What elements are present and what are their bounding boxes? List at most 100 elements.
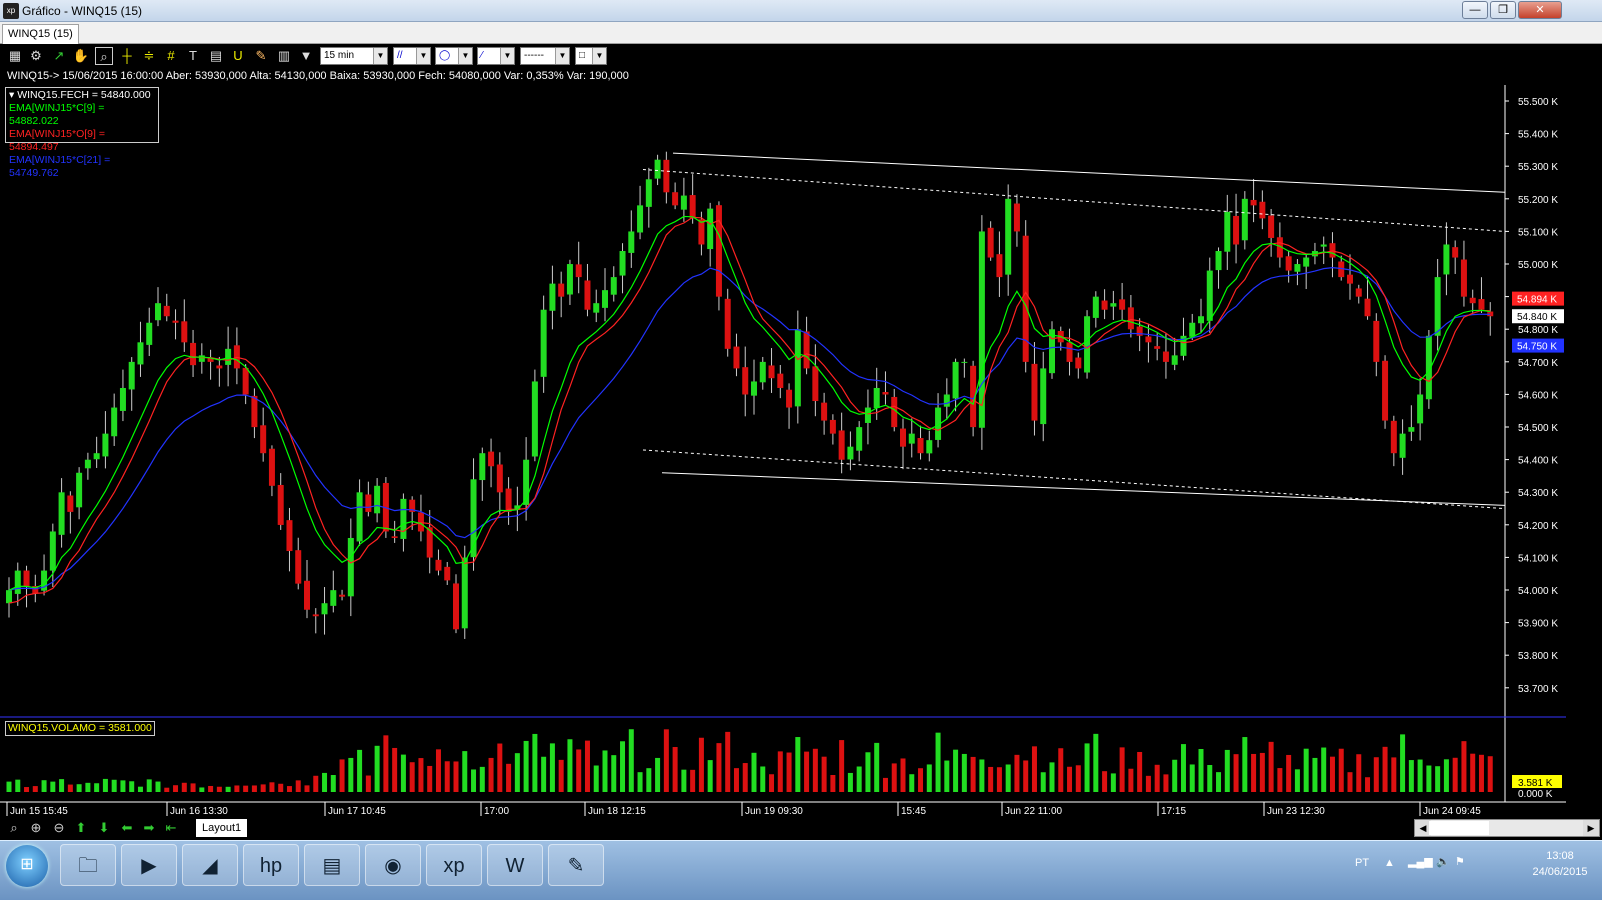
candle-body bbox=[1198, 316, 1204, 324]
volume-bar bbox=[628, 729, 634, 792]
volume-bar bbox=[1102, 771, 1108, 792]
candle-body bbox=[417, 512, 424, 532]
volume-bar bbox=[1014, 754, 1020, 792]
candle-body bbox=[1171, 355, 1178, 365]
volume-bar bbox=[821, 756, 827, 792]
volume-bar bbox=[1216, 772, 1222, 792]
scroll-thumb[interactable] bbox=[1429, 821, 1489, 835]
volume-bar bbox=[67, 784, 73, 792]
volume-bar bbox=[418, 758, 424, 792]
candle-body bbox=[987, 227, 994, 258]
volume-bar bbox=[1058, 748, 1064, 792]
volume-bar bbox=[453, 761, 459, 792]
volume-bar bbox=[497, 743, 503, 792]
volume-bar bbox=[1391, 757, 1397, 792]
price-tick-label: 54.200 K bbox=[1518, 521, 1558, 532]
candle-body bbox=[1031, 363, 1038, 421]
layout-tab[interactable]: Layout1 bbox=[196, 819, 248, 837]
zoom-in-icon[interactable]: ⊕ bbox=[27, 819, 45, 837]
candle-body bbox=[111, 407, 118, 437]
zoom-out-icon[interactable]: ⊖ bbox=[50, 819, 68, 837]
arrow-left-icon[interactable]: ⬅ bbox=[118, 819, 136, 837]
arrow-right-icon[interactable]: ➡ bbox=[140, 819, 158, 837]
price-tick-label: 55.300 K bbox=[1518, 162, 1558, 173]
volume-bar bbox=[777, 751, 783, 792]
candle-body bbox=[49, 531, 56, 571]
start-button[interactable]: ⊞ bbox=[6, 845, 48, 887]
candle-body bbox=[1443, 244, 1450, 275]
channel-line-dashed bbox=[642, 168, 1506, 232]
clock-date[interactable]: 24/06/2015 bbox=[1522, 866, 1598, 878]
candle-body bbox=[119, 387, 126, 411]
word-icon[interactable]: W bbox=[487, 844, 543, 886]
volume-bar bbox=[1119, 747, 1125, 792]
candle-body bbox=[602, 290, 608, 308]
price-tick-label: 54.800 K bbox=[1518, 325, 1558, 336]
volume-bar bbox=[1417, 759, 1423, 792]
candle-body bbox=[566, 264, 573, 295]
language-indicator[interactable]: PT bbox=[1355, 857, 1369, 869]
volume-bar bbox=[996, 767, 1002, 792]
paint-icon[interactable]: ✎ bbox=[548, 844, 604, 886]
candle-body bbox=[496, 464, 503, 493]
volume-bar bbox=[15, 779, 21, 792]
search-icon[interactable]: ⌕ bbox=[5, 819, 23, 837]
candle-body bbox=[461, 557, 468, 629]
volume-bar bbox=[1259, 752, 1265, 792]
candle-body bbox=[1154, 346, 1161, 349]
signal-icon[interactable]: ▂▄▆ bbox=[1408, 855, 1433, 868]
show-hidden-icon[interactable]: ▲ bbox=[1384, 857, 1395, 869]
candle-body bbox=[1417, 394, 1424, 424]
volume-icon[interactable]: 🔈 bbox=[1436, 855, 1450, 868]
volume-bar bbox=[32, 786, 38, 792]
volume-bar bbox=[76, 784, 82, 792]
volume-bar bbox=[260, 784, 266, 792]
media-player-icon[interactable]: ▶ bbox=[121, 844, 177, 886]
presentation-icon[interactable]: ▤ bbox=[304, 844, 360, 886]
network-icon[interactable]: ◢ bbox=[182, 844, 238, 886]
volume-bar bbox=[839, 740, 845, 792]
clock-time[interactable]: 13:08 bbox=[1530, 850, 1590, 862]
price-tick-label: 53.700 K bbox=[1518, 684, 1558, 695]
arrow-up-icon[interactable]: ⬆ bbox=[72, 819, 90, 837]
candle-body bbox=[14, 570, 21, 594]
candle-body bbox=[312, 614, 319, 617]
candle-body bbox=[1092, 296, 1099, 318]
price-tick-label: 55.100 K bbox=[1518, 227, 1558, 238]
price-chart[interactable]: 55.500 K 55.400 K 55.300 K 55.200 K 55.100 K… bbox=[0, 0, 1602, 900]
candle-body bbox=[1224, 211, 1231, 252]
volume-bar bbox=[1163, 774, 1169, 792]
volume-bar bbox=[1067, 766, 1073, 792]
volume-bar bbox=[435, 749, 441, 792]
candle-body bbox=[268, 448, 275, 486]
xp-icon[interactable]: xp bbox=[426, 844, 482, 886]
volume-bar bbox=[1356, 754, 1362, 792]
candle-body bbox=[584, 280, 591, 310]
candle-body bbox=[672, 192, 679, 206]
explorer-icon[interactable]: 🗀 bbox=[60, 844, 116, 886]
volume-bar bbox=[1137, 751, 1143, 792]
horizontal-scrollbar[interactable]: ◀ ▶ bbox=[1414, 819, 1600, 837]
volume-bar bbox=[357, 749, 363, 792]
hp-icon[interactable]: hp bbox=[243, 844, 299, 886]
arrow-down-icon[interactable]: ⬇ bbox=[95, 819, 113, 837]
volume-bar bbox=[523, 740, 529, 792]
volume-bar bbox=[111, 779, 117, 792]
volume-bar bbox=[1461, 741, 1467, 792]
volume-bar bbox=[225, 786, 231, 792]
volume-bar bbox=[620, 741, 626, 792]
scroll-right-icon[interactable]: ▶ bbox=[1583, 820, 1599, 836]
chrome-icon[interactable]: ◉ bbox=[365, 844, 421, 886]
action-center-icon[interactable]: ⚑ bbox=[1455, 855, 1465, 868]
scroll-start-icon[interactable]: ⇤ bbox=[162, 819, 180, 837]
volume-bar bbox=[330, 775, 336, 792]
volume-bar bbox=[234, 785, 240, 792]
candle-body bbox=[742, 367, 749, 395]
candle-body bbox=[943, 394, 950, 407]
volume-bar bbox=[1075, 765, 1081, 792]
chart-nav-bar: ⌕ ⊕ ⊖ ⬆ ⬇ ⬅ ➡ ⇤ Layout1 ◀ ▶ bbox=[0, 818, 1602, 839]
volume-bar bbox=[760, 766, 766, 792]
candle-body bbox=[365, 494, 372, 512]
volume-bar bbox=[769, 774, 775, 792]
volume-zero-label: 0.000 K bbox=[1518, 789, 1553, 800]
